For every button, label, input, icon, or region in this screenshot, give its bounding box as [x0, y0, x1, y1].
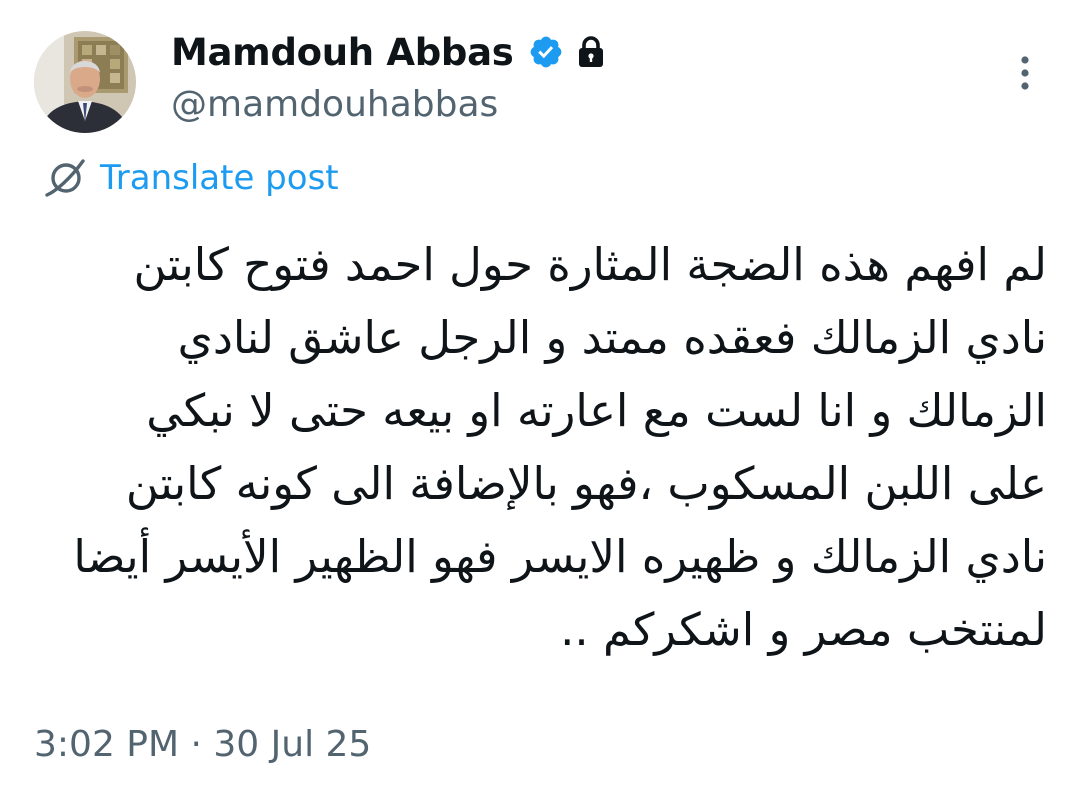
post-text-line: على اللبن المسكوب ،فهو بالإضافة الى كونه…	[125, 457, 1047, 510]
more-vertical-icon	[1021, 56, 1029, 90]
translate-icon	[42, 155, 88, 201]
post-text-line: لمنتخب مصر و اشكركم ..	[560, 603, 1047, 656]
post-timestamp[interactable]: 3:02 PM · 30 Jul 25	[34, 724, 371, 765]
avatar[interactable]	[34, 31, 136, 133]
more-options-button[interactable]	[1008, 52, 1042, 96]
post-text-line: نادي الزمالك فعقده ممتد و الرجل عاشق لنا…	[177, 311, 1047, 364]
author-display-name[interactable]: Mamdouh Abbas	[171, 31, 514, 74]
avatar-image	[34, 31, 136, 133]
post-text: لم افهم هذه الضجة المثارة حول احمد فتوح …	[60, 228, 1047, 666]
translate-post-label: Translate post	[100, 158, 339, 198]
post-text-line: لم افهم هذه الضجة المثارة حول احمد فتوح …	[133, 238, 1047, 291]
verified-badge-icon[interactable]	[528, 34, 564, 70]
author-handle[interactable]: @mamdouhabbas	[171, 84, 498, 125]
translate-post-button[interactable]: Translate post	[42, 154, 339, 202]
post-text-line: نادي الزمالك و ظهيره الايسر فهو الظهير ا…	[73, 530, 1047, 583]
author-name-row: Mamdouh Abbas	[171, 26, 606, 78]
lock-icon	[576, 35, 606, 69]
post-text-line: الزمالك و انا لست مع اعارته او بيعه حتى …	[146, 384, 1047, 437]
